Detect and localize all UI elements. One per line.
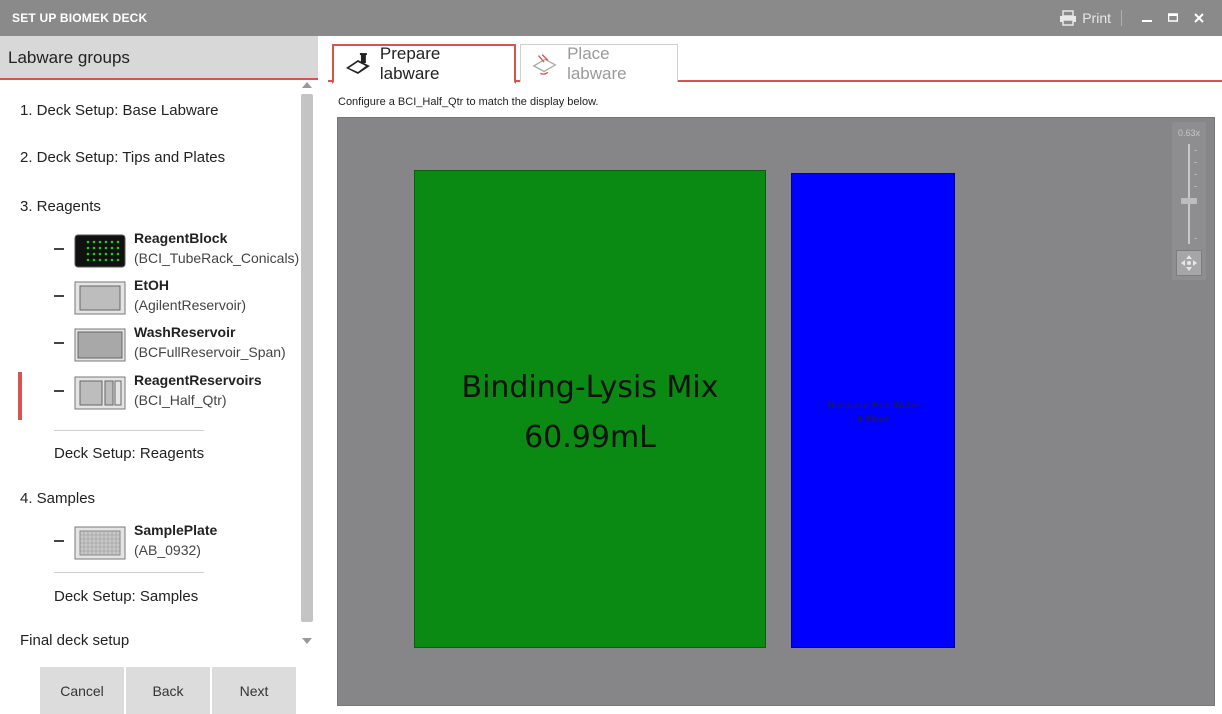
group-deck-setup-samples[interactable]: Deck Setup: Samples [54, 588, 198, 605]
deck-setup-panel: Prepare labware Place labware Configure … [328, 36, 1222, 714]
full-reservoir-icon [74, 328, 126, 362]
tab-bar: Prepare labware Place labware [328, 42, 1222, 84]
minimize-button[interactable] [1134, 8, 1160, 28]
labware-groups-title: Labware groups [8, 48, 130, 67]
divider [54, 572, 204, 573]
labware-item-sampleplate[interactable]: SamplePlate (AB_0932) [54, 522, 314, 568]
reservoir-volume: 60.99mL [524, 420, 656, 455]
labware-name: EtOH [134, 277, 169, 293]
labware-list-scrollbar[interactable] [300, 82, 314, 648]
divider [54, 430, 204, 431]
scroll-thumb[interactable] [301, 94, 313, 622]
group-deck-setup-base-labware[interactable]: 1. Deck Setup: Base Labware [20, 102, 218, 119]
labware-groups-panel: Labware groups 1. Deck Setup: Base Labwa… [0, 36, 318, 714]
close-icon [1194, 13, 1204, 23]
zoom-tick [1194, 186, 1197, 187]
labware-type: (BCFullReservoir_Span) [134, 344, 286, 360]
reservoir-binding-lysis-mix: Binding-Lysis Mix 60.99mL [414, 170, 766, 648]
pan-arrows-icon [1181, 255, 1197, 271]
zoom-tick [1194, 174, 1197, 175]
collapse-dash-icon [54, 540, 64, 542]
tab-prepare-labware[interactable]: Prepare labware [332, 44, 516, 84]
selected-item-marker [18, 372, 22, 420]
labware-type: (AB_0932) [134, 542, 201, 558]
half-quarter-reservoir-icon [74, 376, 126, 410]
reservoir-volume: 6.86mL [857, 415, 891, 425]
labware-name: ReagentBlock [134, 230, 228, 246]
tab-place-labware[interactable]: Place labware [520, 43, 678, 83]
tab-place-labware-label: Place labware [567, 43, 627, 83]
zoom-control: 0.63x [1172, 122, 1206, 280]
group-deck-setup-tips-and-plates[interactable]: 2. Deck Setup: Tips and Plates [20, 149, 225, 166]
maximize-icon [1168, 13, 1178, 22]
labware-item-reagentreservoirs[interactable]: ReagentReservoirs (BCI_Half_Qtr) [54, 372, 314, 418]
cancel-button[interactable]: Cancel [40, 667, 124, 714]
labware-item-etoh[interactable]: EtOH (AgilentReservoir) [54, 277, 314, 323]
next-button[interactable]: Next [212, 667, 296, 714]
labware-type: (AgilentReservoir) [134, 297, 247, 313]
labware-item-reagentblock[interactable]: ReagentBlock (BCI_TubeRack_Conicals) [54, 230, 314, 276]
collapse-dash-icon [54, 248, 64, 250]
reservoir-name: Nuclease-Free Water [827, 401, 921, 411]
tab-prepare-labware-label: Prepare labware [379, 44, 441, 83]
print-label: Print [1082, 10, 1111, 26]
group-reagents[interactable]: 3. Reagents [20, 198, 101, 215]
instruction-text: Configure a BCI_Half_Qtr to match the di… [338, 96, 599, 108]
tube-rack-icon [74, 234, 126, 268]
zoom-slider-track[interactable] [1188, 144, 1190, 244]
place-labware-icon [532, 53, 557, 75]
sample-plate-icon [74, 526, 126, 560]
labware-groups-header: Labware groups [0, 36, 318, 80]
collapse-dash-icon [54, 295, 64, 297]
zoom-tick [1194, 238, 1197, 239]
title-bar: SET UP BIOMEK DECK Print [0, 0, 1222, 36]
zoom-slider-knob[interactable] [1181, 198, 1197, 204]
printer-icon [1060, 10, 1077, 26]
zoom-tick [1194, 162, 1197, 163]
zoom-tick [1194, 150, 1197, 151]
collapse-dash-icon [54, 342, 64, 344]
deck-display: Binding-Lysis Mix 60.99mL Nuclease-Free … [337, 117, 1215, 706]
reservoir-nuclease-free-water: Nuclease-Free Water 6.86mL [791, 173, 955, 648]
minimize-icon [1142, 20, 1152, 22]
navigation-buttons: Cancel Back Next [40, 667, 296, 714]
print-button[interactable]: Print [1059, 10, 1111, 26]
labware-name: WashReservoir [134, 324, 236, 340]
labware-type: (BCI_TubeRack_Conicals) [134, 250, 300, 266]
close-button[interactable] [1186, 8, 1212, 28]
scroll-down-arrow-icon[interactable] [302, 638, 312, 644]
prepare-labware-icon [345, 53, 370, 74]
maximize-button[interactable] [1160, 8, 1186, 28]
group-final-deck-setup[interactable]: Final deck setup [20, 632, 129, 649]
back-button[interactable]: Back [126, 667, 210, 714]
group-deck-setup-reagents[interactable]: Deck Setup: Reagents [54, 445, 204, 462]
reservoir-name: Binding-Lysis Mix [461, 370, 719, 405]
window-title: SET UP BIOMEK DECK [12, 11, 148, 25]
zoom-level: 0.63x [1177, 128, 1201, 138]
labware-type: (BCI_Half_Qtr) [134, 392, 227, 408]
labware-name: ReagentReservoirs [134, 372, 262, 388]
collapse-dash-icon [54, 390, 64, 392]
pan-button[interactable] [1176, 250, 1202, 276]
group-samples[interactable]: 4. Samples [20, 490, 95, 507]
labware-item-washreservoir[interactable]: WashReservoir (BCFullReservoir_Span) [54, 324, 314, 370]
labware-groups-list: 1. Deck Setup: Base Labware 2. Deck Setu… [0, 82, 318, 649]
scroll-up-arrow-icon[interactable] [302, 82, 312, 88]
titlebar-separator [1121, 10, 1122, 26]
reservoir-icon [74, 281, 126, 315]
labware-name: SamplePlate [134, 522, 218, 538]
window-controls: Print [1059, 8, 1212, 28]
